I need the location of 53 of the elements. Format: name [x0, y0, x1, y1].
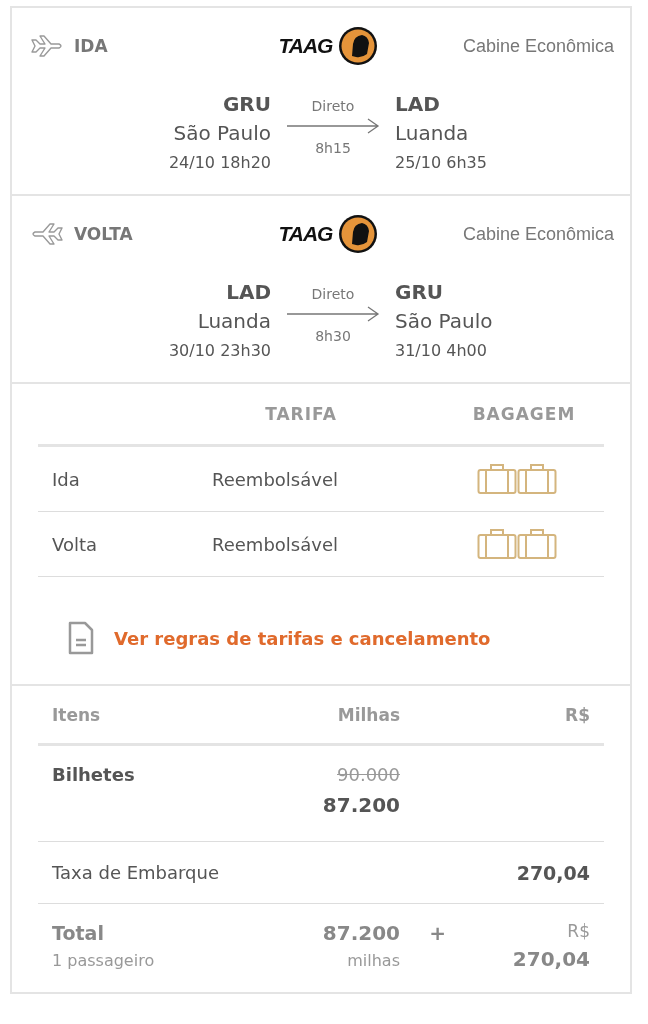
departure-time: 24/10 18h20 — [168, 152, 271, 174]
airplane-icon — [30, 223, 64, 245]
stops-label: Direto — [311, 285, 355, 304]
document-icon — [68, 621, 94, 655]
airline-logo-text: TAAG — [278, 222, 333, 246]
airport-code: LAD — [395, 91, 440, 118]
table-cell-text: Reembolsável — [212, 533, 339, 555]
table-cell-text: Reembolsável — [212, 468, 339, 490]
table-cell-text: Volta — [52, 533, 99, 555]
airplane-icon — [30, 35, 64, 57]
departure-time: 30/10 23h30 — [168, 340, 271, 362]
suitcase-icon — [517, 463, 557, 495]
arrival-time: 25/10 6h35 — [395, 152, 487, 174]
suitcase-icon — [517, 528, 557, 560]
column-header: TARIFA — [264, 404, 338, 424]
plus-sign: + — [429, 920, 446, 947]
suitcase-icon — [477, 528, 517, 560]
column-header: Itens — [52, 704, 102, 725]
fare-rules-link[interactable]: Ver regras de tarifas e cancelamento — [114, 627, 491, 649]
city-name: São Paulo — [173, 120, 271, 147]
miles-value: 87.200 — [322, 792, 400, 819]
column-header: R$ — [564, 704, 590, 725]
direction-label: IDA — [74, 36, 109, 56]
city-name: São Paulo — [395, 308, 493, 335]
stops-label: Direto — [311, 97, 355, 116]
flight-duration: 8h15 — [315, 139, 351, 158]
column-header: Milhas — [336, 704, 400, 725]
price-value: 270,04 — [516, 860, 590, 886]
logo-emblem-icon — [338, 26, 379, 66]
cabin-class: Cabine Econômica — [462, 35, 614, 57]
suitcase-icon — [477, 463, 517, 495]
old-miles: 90.000 — [337, 763, 400, 787]
total-price: 270,04 — [512, 946, 590, 973]
airport-code: LAD — [226, 279, 271, 306]
item-label: Taxa de Embarque — [52, 860, 221, 885]
direction-label: VOLTA — [74, 224, 134, 244]
airport-code: GRU — [222, 91, 271, 118]
airline-logo-text: TAAG — [278, 34, 333, 58]
currency-label: R$ — [567, 920, 590, 943]
city-name: Luanda — [197, 308, 271, 335]
total-label: Total — [52, 921, 104, 946]
total-miles: 87.200 — [322, 920, 400, 947]
miles-unit: milhas — [347, 950, 400, 972]
airport-code: GRU — [395, 279, 444, 306]
table-cell-text: Ida — [52, 468, 81, 490]
cabin-class: Cabine Econômica — [462, 223, 614, 245]
city-name: Luanda — [395, 120, 469, 147]
flight-duration: 8h30 — [315, 327, 351, 346]
arrival-time: 31/10 4h00 — [395, 340, 487, 362]
logo-emblem-icon — [338, 214, 379, 254]
column-header: BAGAGEM — [471, 404, 577, 424]
passenger-count: 1 passageiro — [52, 950, 155, 972]
item-label: Bilhetes — [52, 763, 136, 787]
